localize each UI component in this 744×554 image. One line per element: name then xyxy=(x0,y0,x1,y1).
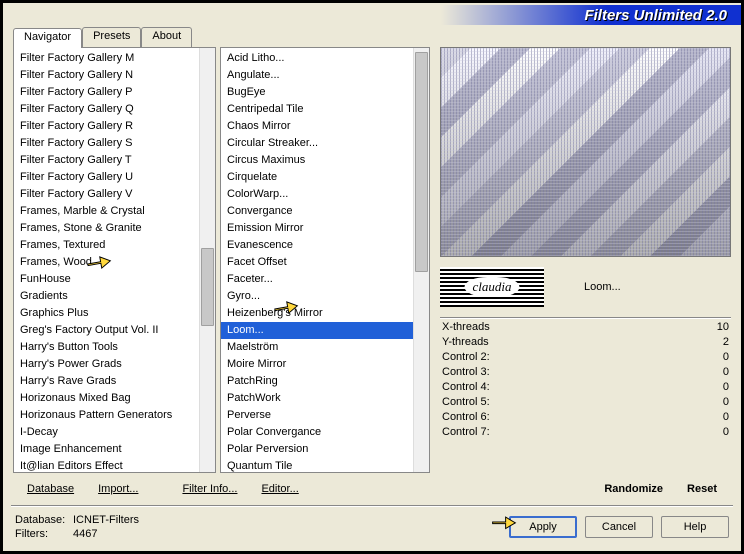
list-item[interactable]: Perverse xyxy=(221,407,413,424)
list-item[interactable]: Convergance xyxy=(221,203,413,220)
param-value: 0 xyxy=(723,426,729,438)
list-item[interactable]: Filter Factory Gallery U xyxy=(14,169,199,186)
list-item[interactable]: Filter Factory Gallery Q xyxy=(14,101,199,118)
list-item[interactable]: It@lian Editors Effect xyxy=(14,458,199,472)
list-item[interactable]: Polar Convergance xyxy=(221,424,413,441)
database-button[interactable]: Database xyxy=(15,479,86,499)
list-item[interactable]: Filter Factory Gallery V xyxy=(14,186,199,203)
filter-scrollbar[interactable] xyxy=(413,48,429,472)
list-item[interactable]: Quantum Tile xyxy=(221,458,413,472)
list-item[interactable]: PatchRing xyxy=(221,373,413,390)
list-item[interactable]: Acid Litho... xyxy=(221,50,413,67)
list-item[interactable]: Moire Mirror xyxy=(221,356,413,373)
title-bar: Filters Unlimited 2.0 xyxy=(3,3,741,27)
list-item[interactable]: FunHouse xyxy=(14,271,199,288)
param-row[interactable]: Control 3: 0 xyxy=(440,366,731,378)
param-label: Control 7: xyxy=(442,426,490,438)
param-value: 0 xyxy=(723,411,729,423)
param-value: 10 xyxy=(717,321,729,333)
param-value: 0 xyxy=(723,396,729,408)
param-row[interactable]: Control 6: 0 xyxy=(440,411,731,423)
param-label: Control 2: xyxy=(442,351,490,363)
apply-button[interactable]: Apply xyxy=(509,516,577,538)
status-text: Database: ICNET-Filters Filters: 4467 xyxy=(15,513,139,541)
list-item[interactable]: Loom... xyxy=(221,322,413,339)
list-item[interactable]: Filter Factory Gallery P xyxy=(14,84,199,101)
tab-bar: Navigator Presets About xyxy=(13,27,216,47)
list-item[interactable]: Frames, Wood xyxy=(14,254,199,271)
param-value: 0 xyxy=(723,351,729,363)
param-value: 0 xyxy=(723,366,729,378)
list-item[interactable]: Cirquelate xyxy=(221,169,413,186)
list-item[interactable]: I-Decay xyxy=(14,424,199,441)
list-item[interactable]: Filter Factory Gallery N xyxy=(14,67,199,84)
list-item[interactable]: Greg's Factory Output Vol. II xyxy=(14,322,199,339)
param-row[interactable]: Control 5: 0 xyxy=(440,396,731,408)
param-label: Control 3: xyxy=(442,366,490,378)
list-item[interactable]: Evanescence xyxy=(221,237,413,254)
list-item[interactable]: Filter Factory Gallery T xyxy=(14,152,199,169)
randomize-button[interactable]: Randomize xyxy=(592,479,675,499)
import-button[interactable]: Import... xyxy=(86,479,150,499)
param-label: X-threads xyxy=(442,321,490,333)
list-item[interactable]: Horizonaus Pattern Generators xyxy=(14,407,199,424)
list-item[interactable]: Facet Offset xyxy=(221,254,413,271)
list-item[interactable]: Horizonaus Mixed Bag xyxy=(14,390,199,407)
list-item[interactable]: Harry's Rave Grads xyxy=(14,373,199,390)
list-item[interactable]: Frames, Textured xyxy=(14,237,199,254)
list-item[interactable]: Heizenberg's Mirror xyxy=(221,305,413,322)
param-value: 2 xyxy=(723,336,729,348)
list-item[interactable]: Filter Factory Gallery S xyxy=(14,135,199,152)
list-item[interactable]: Chaos Mirror xyxy=(221,118,413,135)
filter-name-label: Loom... xyxy=(554,281,731,293)
param-label: Y-threads xyxy=(442,336,489,348)
tab-presets[interactable]: Presets xyxy=(82,27,141,47)
list-item[interactable]: Image Enhancement xyxy=(14,441,199,458)
param-value: 0 xyxy=(723,381,729,393)
filter-info-button[interactable]: Filter Info... xyxy=(170,479,249,499)
param-label: Control 4: xyxy=(442,381,490,393)
editor-button[interactable]: Editor... xyxy=(249,479,310,499)
list-item[interactable]: Graphics Plus xyxy=(14,305,199,322)
cancel-button[interactable]: Cancel xyxy=(585,516,653,538)
list-item[interactable]: Emission Mirror xyxy=(221,220,413,237)
list-item[interactable]: Frames, Stone & Granite xyxy=(14,220,199,237)
param-row[interactable]: Control 7: 0 xyxy=(440,426,731,438)
preview-image xyxy=(440,47,731,257)
help-button[interactable]: Help xyxy=(661,516,729,538)
list-item[interactable]: Faceter... xyxy=(221,271,413,288)
list-item[interactable]: Harry's Button Tools xyxy=(14,339,199,356)
list-item[interactable]: Angulate... xyxy=(221,67,413,84)
list-item[interactable]: Filter Factory Gallery M xyxy=(14,50,199,67)
list-item[interactable]: Circus Maximus xyxy=(221,152,413,169)
list-item[interactable]: ColorWarp... xyxy=(221,186,413,203)
list-item[interactable]: Gyro... xyxy=(221,288,413,305)
reset-button[interactable]: Reset xyxy=(675,479,729,499)
list-item[interactable]: Gradients xyxy=(14,288,199,305)
list-item[interactable]: Harry's Power Grads xyxy=(14,356,199,373)
list-item[interactable]: Circular Streaker... xyxy=(221,135,413,152)
param-label: Control 6: xyxy=(442,411,490,423)
list-item[interactable]: Maelström xyxy=(221,339,413,356)
parameter-panel: X-threads10Y-threads2Control 2:0Control … xyxy=(440,321,731,473)
param-row[interactable]: Control 4: 0 xyxy=(440,381,731,393)
list-item[interactable]: PatchWork xyxy=(221,390,413,407)
filter-list[interactable]: Acid Litho...Angulate...BugEyeCentripeda… xyxy=(220,47,430,473)
tab-navigator[interactable]: Navigator xyxy=(13,28,82,48)
category-scrollbar[interactable] xyxy=(199,48,215,472)
param-row[interactable]: Control 2: 0 xyxy=(440,351,731,363)
list-item[interactable]: Centripedal Tile xyxy=(221,101,413,118)
list-item[interactable]: BugEye xyxy=(221,84,413,101)
param-row[interactable]: X-threads 10 xyxy=(440,321,731,333)
list-item[interactable]: Polar Perversion xyxy=(221,441,413,458)
list-item[interactable]: Filter Factory Gallery R xyxy=(14,118,199,135)
author-badge xyxy=(440,267,544,307)
param-label: Control 5: xyxy=(442,396,490,408)
tab-about[interactable]: About xyxy=(141,27,192,47)
list-item[interactable]: Frames, Marble & Crystal xyxy=(14,203,199,220)
app-title: Filters Unlimited 2.0 xyxy=(584,7,727,24)
category-list[interactable]: Filter Factory Gallery MFilter Factory G… xyxy=(13,47,216,473)
param-row[interactable]: Y-threads 2 xyxy=(440,336,731,348)
